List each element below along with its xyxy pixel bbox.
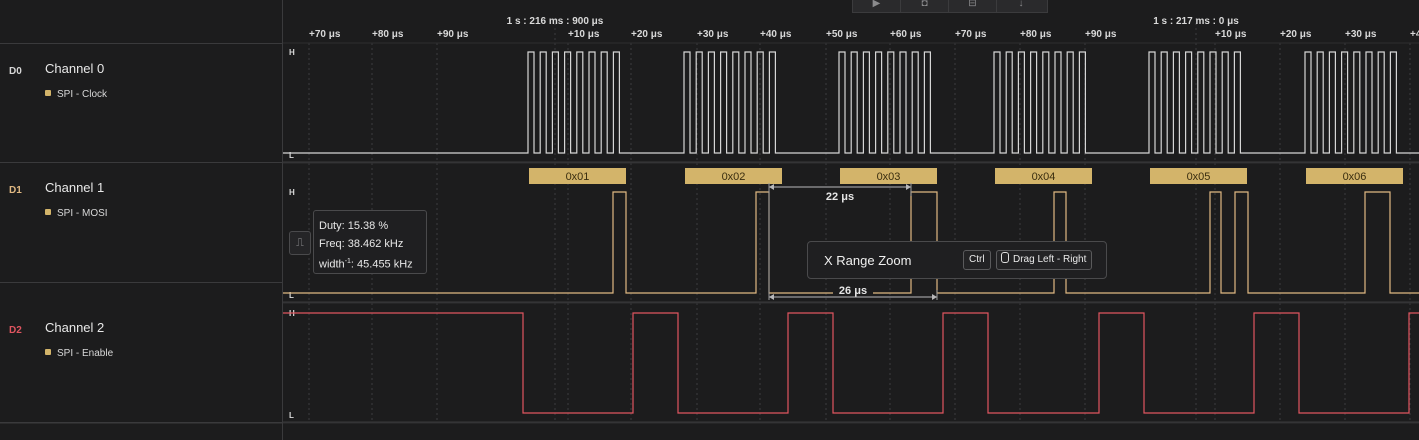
hint-title: X Range Zoom — [824, 253, 912, 268]
time-tick-label: +30 μs — [697, 29, 729, 40]
time-tick-label: +20 μs — [631, 29, 663, 40]
time-tick-label: +40 μs — [760, 29, 792, 40]
decoded-byte-label: 0x01 — [566, 171, 590, 183]
decoded-byte-label: 0x05 — [1187, 171, 1211, 183]
pulse-width-label: 22 μs — [826, 191, 854, 203]
time-tick-label: +30 μs — [1345, 29, 1377, 40]
time-major-label: 1 s : 216 ms : 900 μs — [507, 16, 604, 27]
time-tick-label: +80 μs — [372, 29, 404, 40]
duty-readout: Duty: 15.38 % — [319, 220, 389, 232]
time-tick-label: +90 μs — [437, 29, 469, 40]
time-tick-label: +90 μs — [1085, 29, 1117, 40]
mouse-icon — [1001, 252, 1009, 263]
time-tick-label: +80 μs — [1020, 29, 1052, 40]
measurement-tooltip: Duty: 15.38 % Freq: 38.462 kHz width-1: … — [313, 210, 427, 274]
trace-channel-0 — [283, 51, 1419, 154]
level-high-label: H — [289, 48, 295, 57]
time-tick-label: +10 μs — [568, 29, 600, 40]
time-major-label: 1 s : 217 ms : 0 μs — [1153, 16, 1239, 27]
pulse-period-label: 26 μs — [839, 285, 867, 297]
frequency-readout: Freq: 38.462 kHz — [319, 238, 404, 250]
level-low-label: L — [289, 291, 294, 300]
time-tick-label: +60 μs — [890, 29, 922, 40]
waveform-area[interactable]: +70 μs +80 μs +90 μs +10 μs +20 μs +30 μs +40 … — [0, 0, 1419, 440]
pulse-measure-button[interactable]: ⎍ — [289, 231, 311, 255]
pulse-icon: ⎍ — [296, 237, 304, 249]
width-readout: width-1: 45.455 kHz — [319, 258, 413, 271]
decoded-byte-label: 0x03 — [877, 171, 901, 183]
level-low-label: L — [289, 151, 294, 160]
time-tick-label: +50 μs — [826, 29, 858, 40]
time-tick-label: +4 — [1410, 29, 1419, 40]
decoded-byte-label: 0x02 — [722, 171, 746, 183]
decoded-byte-label: 0x06 — [1343, 171, 1367, 183]
drag-hint: Drag Left - Right — [996, 250, 1093, 270]
level-high-label: H — [289, 188, 295, 197]
level-low-label: L — [289, 411, 294, 420]
decoded-byte-label: 0x04 — [1032, 171, 1056, 183]
zoom-hint-popup: X Range Zoom Ctrl Drag Left - Right — [807, 241, 1107, 279]
time-tick-label: +70 μs — [955, 29, 987, 40]
ctrl-key: Ctrl — [963, 250, 991, 270]
time-tick-label: +70 μs — [309, 29, 341, 40]
time-tick-label: +20 μs — [1280, 29, 1312, 40]
trace-channel-2 — [283, 312, 1419, 414]
time-tick-label: +10 μs — [1215, 29, 1247, 40]
